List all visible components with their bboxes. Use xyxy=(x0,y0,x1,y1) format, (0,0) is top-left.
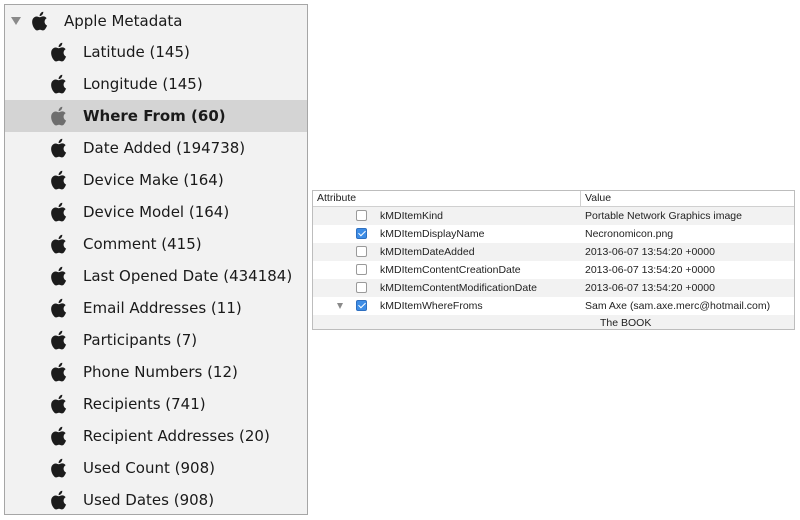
column-header-attribute[interactable]: Attribute xyxy=(317,192,356,204)
sidebar-item-label: Device Model (164) xyxy=(83,203,230,221)
sidebar-header-apple-metadata[interactable]: Apple Metadata xyxy=(5,5,307,37)
sidebar-item-used-count[interactable]: Used Count (908) xyxy=(5,452,307,484)
row-checkbox[interactable] xyxy=(356,246,367,257)
attribute-value: 2013-06-07 13:54:20 +0000 xyxy=(585,282,715,294)
apple-icon xyxy=(50,329,70,351)
sidebar-item-phone-numbers[interactable]: Phone Numbers (12) xyxy=(5,356,307,388)
sidebar-item-label: Used Count (908) xyxy=(83,459,215,477)
subrow-value: The BOOK xyxy=(600,317,652,329)
row-checkbox[interactable] xyxy=(356,210,367,221)
sidebar-item-comment[interactable]: Comment (415) xyxy=(5,228,307,260)
table-row[interactable]: kMDItemDisplayName Necronomicon.png xyxy=(313,225,794,243)
apple-icon xyxy=(31,10,51,32)
sidebar-item-label: Last Opened Date (434184) xyxy=(83,267,293,285)
apple-icon xyxy=(50,361,70,383)
sidebar-item-device-make[interactable]: Device Make (164) xyxy=(5,164,307,196)
sidebar-header-label: Apple Metadata xyxy=(64,12,183,30)
row-checkbox[interactable] xyxy=(356,300,367,311)
sidebar-item-label: Email Addresses (11) xyxy=(83,299,242,317)
column-header-value[interactable]: Value xyxy=(585,192,611,204)
sidebar-item-label: Recipient Addresses (20) xyxy=(83,427,270,445)
apple-icon xyxy=(50,105,70,127)
apple-icon xyxy=(50,425,70,447)
attribute-value: 2013-06-07 13:54:20 +0000 xyxy=(585,246,715,258)
apple-icon xyxy=(50,393,70,415)
attribute-value: Necronomicon.png xyxy=(585,228,674,240)
sidebar-item-label: Date Added (194738) xyxy=(83,139,246,157)
sidebar-item-where-from[interactable]: Where From (60) xyxy=(5,100,307,132)
table-row[interactable]: kMDItemContentCreationDate 2013-06-07 13:… xyxy=(313,261,794,279)
sidebar-item-label: Recipients (741) xyxy=(83,395,206,413)
attribute-table: Attribute Value kMDItemKind Portable Netw… xyxy=(312,190,795,330)
disclosure-triangle-icon[interactable] xyxy=(337,303,343,309)
sidebar-item-label: Phone Numbers (12) xyxy=(83,363,238,381)
table-row[interactable]: kMDItemKind Portable Network Graphics ima… xyxy=(313,207,794,225)
table-row[interactable]: kMDItemDateAdded 2013-06-07 13:54:20 +000… xyxy=(313,243,794,261)
attribute-name: kMDItemContentModificationDate xyxy=(380,282,537,294)
attribute-name: kMDItemContentCreationDate xyxy=(380,264,521,276)
apple-icon xyxy=(50,73,70,95)
apple-icon xyxy=(50,233,70,255)
sidebar-item-label: Participants (7) xyxy=(83,331,198,349)
attribute-value: Portable Network Graphics image xyxy=(585,210,742,222)
table-row[interactable]: kMDItemWhereFroms Sam Axe (sam.axe.merc@h… xyxy=(313,297,794,315)
sidebar-item-label: Comment (415) xyxy=(83,235,202,253)
table-subrow[interactable]: The BOOK xyxy=(313,315,794,329)
apple-icon xyxy=(50,169,70,191)
sidebar-item-latitude[interactable]: Latitude (145) xyxy=(5,36,307,68)
apple-icon xyxy=(50,457,70,479)
sidebar-item-label: Longitude (145) xyxy=(83,75,203,93)
row-checkbox[interactable] xyxy=(356,264,367,275)
table-row[interactable]: kMDItemContentModificationDate 2013-06-07… xyxy=(313,279,794,297)
sidebar-item-recipients[interactable]: Recipients (741) xyxy=(5,388,307,420)
apple-icon xyxy=(50,201,70,223)
apple-icon xyxy=(50,41,70,63)
sidebar-item-longitude[interactable]: Longitude (145) xyxy=(5,68,307,100)
row-checkbox[interactable] xyxy=(356,228,367,239)
sidebar-item-email-addresses[interactable]: Email Addresses (11) xyxy=(5,292,307,324)
apple-icon xyxy=(50,265,70,287)
apple-icon xyxy=(50,137,70,159)
attribute-name: kMDItemKind xyxy=(380,210,444,222)
sidebar-item-last-opened-date[interactable]: Last Opened Date (434184) xyxy=(5,260,307,292)
sidebar-item-recipient-addresses[interactable]: Recipient Addresses (20) xyxy=(5,420,307,452)
attribute-name: kMDItemDateAdded xyxy=(380,246,475,258)
sidebar-item-device-model[interactable]: Device Model (164) xyxy=(5,196,307,228)
sidebar: Apple Metadata Latitude (145) Longitude (… xyxy=(4,4,308,515)
attribute-name: kMDItemDisplayName xyxy=(380,228,485,240)
sidebar-item-used-dates[interactable]: Used Dates (908) xyxy=(5,484,307,514)
attribute-value: 2013-06-07 13:54:20 +0000 xyxy=(585,264,715,276)
apple-icon xyxy=(50,297,70,319)
disclosure-triangle-icon[interactable] xyxy=(11,17,21,25)
apple-icon xyxy=(50,489,70,511)
sidebar-item-date-added[interactable]: Date Added (194738) xyxy=(5,132,307,164)
sidebar-item-label: Latitude (145) xyxy=(83,43,190,61)
row-checkbox[interactable] xyxy=(356,282,367,293)
attribute-name: kMDItemWhereFroms xyxy=(380,300,483,312)
table-header: Attribute Value xyxy=(313,191,794,207)
sidebar-item-participants[interactable]: Participants (7) xyxy=(5,324,307,356)
sidebar-item-label: Used Dates (908) xyxy=(83,491,215,509)
column-divider[interactable] xyxy=(580,191,581,206)
sidebar-item-label: Where From (60) xyxy=(83,107,226,125)
attribute-value: Sam Axe (sam.axe.merc@hotmail.com) xyxy=(585,300,771,312)
sidebar-item-label: Device Make (164) xyxy=(83,171,224,189)
